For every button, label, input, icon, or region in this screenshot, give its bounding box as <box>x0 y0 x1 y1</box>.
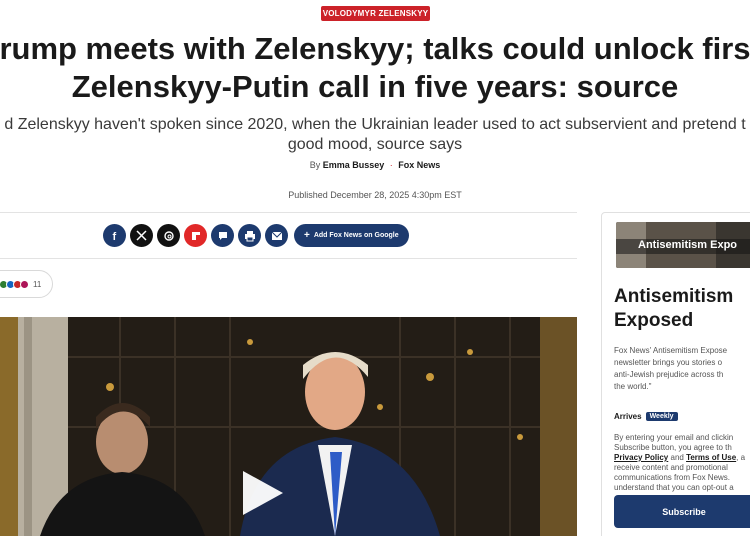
subhead-line: good mood, source says <box>287 136 463 153</box>
add-fox-news-on-google-button[interactable]: + Add Fox News on Google <box>294 224 409 247</box>
newsletter-desc-line: the world." <box>614 382 652 391</box>
facebook-icon: f <box>112 231 116 242</box>
frequency-badge: Weekly <box>645 412 678 421</box>
reaction-icon <box>20 279 29 289</box>
newsletter-desc-line: Fox News' Antisemitism Expose <box>614 346 728 355</box>
terms-of-use-link[interactable]: Terms of Use <box>686 453 736 462</box>
print-icon <box>244 230 255 241</box>
email-share-button[interactable] <box>265 224 288 247</box>
article-subheadline: d Zelenskyy haven't spoken since 2020, w… <box>0 115 750 155</box>
plus-icon: + <box>304 230 310 241</box>
newsletter-title-line: Exposed <box>614 310 694 331</box>
threads-icon <box>163 230 174 241</box>
print-button[interactable] <box>238 224 261 247</box>
divider <box>0 258 577 259</box>
legal-line: communications from Fox News. <box>614 473 731 482</box>
divider <box>0 212 577 213</box>
subscribe-button[interactable]: Subscribe <box>614 495 750 528</box>
newsletter-title: Antisemitism Exposed <box>614 285 750 333</box>
byline: By Emma Bussey · Fox News <box>0 160 750 170</box>
newsletter-desc-line: anti-Jewish prejudice across th <box>614 370 724 379</box>
legal-line: Subscribe button, you agree to th <box>614 443 732 452</box>
google-button-label: Add Fox News on Google <box>313 232 399 239</box>
subhead-line: d Zelenskyy haven't spoken since 2020, w… <box>4 116 746 133</box>
newsletter-title-line: Antisemitism <box>614 286 734 307</box>
legal-line: By entering your email and clickin <box>614 433 734 442</box>
newsletter-legal-text: By entering your email and clickin Subsc… <box>614 433 750 493</box>
article-headline: rump meets with Zelenskyy; talks could u… <box>0 30 750 106</box>
byline-prefix: By <box>309 160 321 170</box>
newsletter-promo: Antisemitism Expo Antisemitism Exposed F… <box>601 212 750 536</box>
reactions-pill[interactable]: 11 <box>0 270 53 298</box>
outlet-link[interactable]: Fox News <box>398 160 440 170</box>
threads-share-button[interactable] <box>157 224 180 247</box>
category-badge[interactable]: VOLODYMYR ZELENSKYY <box>321 6 430 21</box>
facebook-share-button[interactable]: f <box>103 224 126 247</box>
newsletter-frequency: Arrives Weekly <box>614 412 678 421</box>
reaction-count: 11 <box>33 279 42 289</box>
headline-line: Zelenskyy-Putin call in five years: sour… <box>71 69 679 104</box>
newsletter-description: Fox News' Antisemitism Expose newsletter… <box>614 345 750 393</box>
byline-separator: · <box>389 160 393 170</box>
newsletter-desc-line: newsletter brings you stories o <box>614 358 723 367</box>
newsletter-image: Antisemitism Expo <box>616 222 750 268</box>
share-bar: f + Add Fox News on Google <box>103 224 409 247</box>
legal-line: Privacy Policy and Terms of Use, a <box>614 453 750 463</box>
publish-date: Published December 28, 2025 4:30pm EST <box>288 190 462 200</box>
privacy-policy-link[interactable]: Privacy Policy <box>614 453 668 462</box>
svg-text:f: f <box>112 231 116 242</box>
x-share-button[interactable] <box>130 224 153 247</box>
video-player[interactable] <box>0 317 577 536</box>
comment-button[interactable] <box>211 224 234 247</box>
headline-line: rump meets with Zelenskyy; talks could u… <box>0 31 750 66</box>
author-link[interactable]: Emma Bussey <box>323 160 385 170</box>
legal-conjunction: and <box>668 453 687 462</box>
comment-icon <box>218 231 227 240</box>
x-icon <box>136 230 147 241</box>
play-icon[interactable] <box>243 471 283 515</box>
video-thumbnail <box>0 317 577 536</box>
flipboard-icon <box>191 231 200 240</box>
legal-tail: , a <box>736 453 746 462</box>
legal-line: receive content and promotional <box>614 463 728 472</box>
email-icon <box>271 231 282 240</box>
legal-line: understand that you can opt-out a <box>614 483 734 492</box>
flipboard-share-button[interactable] <box>184 224 207 247</box>
newsletter-image-text: Antisemitism Expo <box>638 239 738 251</box>
arrives-label: Arrives <box>614 412 642 421</box>
